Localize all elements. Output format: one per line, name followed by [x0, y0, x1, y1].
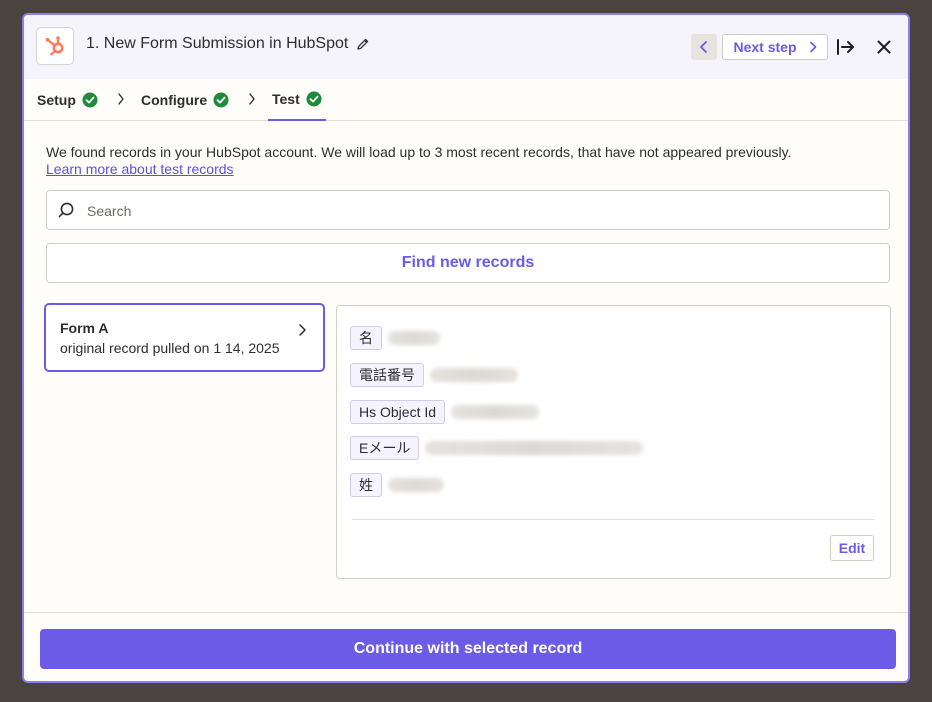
step-title: 1. New Form Submission in HubSpot [86, 35, 349, 52]
field-row: 姓 [350, 473, 444, 497]
check-circle-icon [306, 91, 322, 107]
arrow-to-right-icon [837, 39, 854, 55]
step-tabs: Setup Configure Test [24, 79, 908, 121]
close-button[interactable] [872, 35, 896, 59]
next-step-label: Next step [733, 39, 797, 55]
info-message: We found records in your HubSpot account… [46, 144, 792, 160]
modal-header: 1. New Form Submission in HubSpot Next s… [24, 15, 908, 79]
record-card-form-a[interactable]: Form A original record pulled on 1 14, 2… [44, 303, 325, 372]
field-row: Eメール [350, 436, 644, 460]
field-key: Eメール [350, 436, 420, 460]
tab-label: Setup [37, 91, 76, 108]
record-subtitle: original record pulled on 1 14, 2025 [60, 340, 280, 356]
check-circle-icon [82, 92, 98, 107]
field-row: 電話番号 [350, 363, 518, 387]
pencil-icon[interactable] [356, 37, 370, 51]
edit-button[interactable]: Edit [830, 535, 874, 561]
tab-setup[interactable]: Setup [37, 79, 98, 120]
chevron-right-icon [118, 93, 124, 105]
next-step-button[interactable]: Next step [722, 34, 828, 60]
step-title-group: 1. New Form Submission in HubSpot [86, 35, 370, 53]
continue-with-selected-record-button[interactable]: Continue with selected record [40, 629, 896, 669]
tab-configure[interactable]: Configure [141, 79, 229, 120]
record-details-panel: 名 電話番号 Hs Object Id Eメール 姓 Edit [336, 305, 891, 579]
field-row: 名 [350, 326, 440, 350]
chevron-left-icon [700, 41, 707, 53]
search-icon [58, 202, 74, 218]
field-key: 名 [350, 326, 382, 350]
redacted-value [430, 368, 518, 382]
check-circle-icon [213, 92, 229, 107]
search-input[interactable] [85, 199, 879, 223]
chevron-right-icon [299, 324, 306, 336]
chevron-right-icon [249, 93, 255, 105]
chevron-right-icon [809, 41, 816, 53]
field-key: 電話番号 [350, 363, 424, 387]
collapse-panel-button[interactable] [834, 35, 858, 59]
record-name: Form A [60, 320, 109, 336]
tab-label: Configure [141, 91, 208, 108]
redacted-value [451, 405, 540, 419]
tab-test[interactable]: Test [268, 79, 326, 121]
redacted-value [388, 478, 444, 492]
field-key: Hs Object Id [350, 400, 446, 424]
field-key: 姓 [350, 473, 382, 497]
divider [352, 519, 874, 520]
close-icon [877, 40, 891, 54]
search-box [46, 190, 890, 230]
step-modal: 1. New Form Submission in HubSpot Next s… [22, 13, 910, 683]
footer-divider [24, 612, 908, 613]
redacted-value [388, 331, 440, 345]
redacted-value [425, 441, 644, 455]
find-new-records-button[interactable]: Find new records [46, 243, 890, 283]
hubspot-icon [45, 36, 64, 56]
learn-more-link[interactable]: Learn more about test records [46, 161, 234, 177]
tab-label: Test [272, 91, 300, 107]
field-row: Hs Object Id [350, 400, 540, 424]
previous-step-button[interactable] [691, 34, 717, 60]
hubspot-logo [36, 27, 74, 65]
